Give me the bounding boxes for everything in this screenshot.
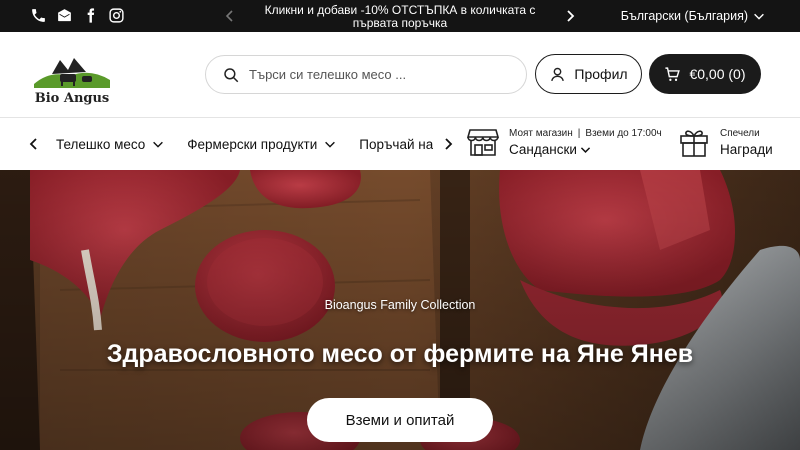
search-input[interactable]	[249, 67, 509, 82]
nav-item-label: Поръчай на едро	[359, 136, 433, 152]
hero-cta-button[interactable]: Вземи и опитай	[307, 398, 493, 442]
store-selector[interactable]: Моят магазин | Вземи до 17:00ч Сандански	[467, 126, 662, 158]
nav-item-wholesale[interactable]: Поръчай на едро	[359, 137, 433, 152]
store-city-row: Сандански	[509, 142, 662, 157]
rewards-link[interactable]: Спечели Награди	[679, 126, 773, 158]
language-label: Български (България)	[620, 9, 748, 23]
gift-icon	[680, 130, 708, 157]
nav-item-label: Фермерски продукти	[187, 136, 318, 152]
bio-angus-logo[interactable]: Bio Angus	[30, 44, 114, 106]
site-header: Bio Angus Профил €0,00 (0)	[0, 32, 800, 118]
chevron-right-icon	[445, 138, 453, 150]
store-info: Моят магазин | Вземи до 17:00ч Сандански	[509, 128, 662, 157]
profile-button[interactable]: Профил	[535, 54, 642, 94]
nav-next-button[interactable]	[440, 136, 456, 152]
nav-item-beef[interactable]: Телешко месо	[56, 137, 165, 152]
store-hours: Вземи до 17:00ч	[585, 127, 662, 139]
announcement-text[interactable]: Кликни и добави -10% ОТСТЪПКА в количкат…	[246, 4, 554, 29]
cart-icon	[665, 66, 681, 81]
store-city: Сандански	[509, 141, 577, 157]
store-title: Моят магазин	[509, 127, 573, 139]
instagram-icon[interactable]	[108, 7, 125, 24]
hero-subtitle: Bioangus Family Collection	[324, 298, 476, 312]
search-icon	[224, 67, 239, 82]
language-selector[interactable]: Български (България)	[621, 9, 766, 23]
facebook-icon[interactable]	[82, 7, 99, 24]
chevron-down-icon	[153, 141, 164, 148]
user-icon	[551, 67, 565, 81]
nav-item-label: Телешко месо	[56, 136, 146, 152]
hero-banner: Bioangus Family Collection Здравословнот…	[0, 170, 800, 450]
search-bar[interactable]	[205, 55, 527, 94]
announcement-bar: Кликни и добави -10% ОТСТЪПКА в количкат…	[0, 0, 800, 32]
chevron-down-icon	[754, 13, 764, 20]
nav-menu: Телешко месо Фермерски продукти Поръчай …	[56, 118, 433, 170]
nav-prev-button[interactable]	[26, 136, 42, 152]
announcement-prev-button[interactable]	[222, 8, 238, 24]
email-icon[interactable]	[56, 7, 73, 24]
chevron-down-icon	[325, 141, 336, 148]
rewards-label: Награди	[720, 141, 773, 157]
phone-icon[interactable]	[30, 7, 47, 24]
logo-text: Bio Angus	[35, 91, 110, 106]
nav-item-farm-products[interactable]: Фермерски продукти	[187, 137, 337, 152]
store-header: Моят магазин | Вземи до 17:00ч	[509, 127, 662, 139]
chevron-left-icon	[29, 138, 37, 150]
cart-button[interactable]: €0,00 (0)	[649, 54, 761, 94]
profile-label: Профил	[574, 66, 628, 82]
social-links	[30, 7, 125, 24]
store-icon	[467, 129, 499, 156]
cart-total: €0,00 (0)	[689, 66, 746, 82]
chevron-down-icon	[580, 146, 590, 153]
announcement-next-button[interactable]	[562, 8, 578, 24]
hero-title: Здравословното месо от фермите на Яне Ян…	[106, 340, 694, 368]
rewards-info: Спечели Награди	[720, 128, 773, 157]
rewards-title: Спечели	[720, 127, 760, 139]
